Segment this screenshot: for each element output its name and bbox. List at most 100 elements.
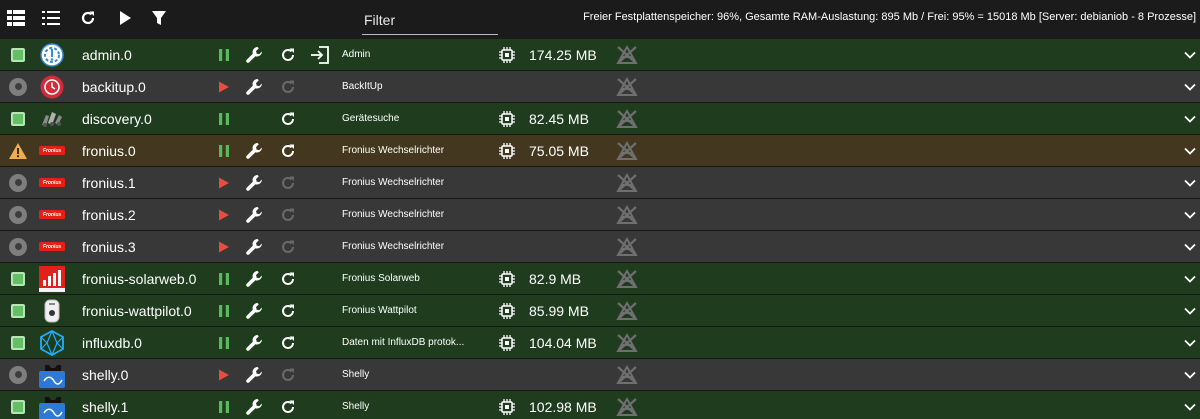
chevron-down-icon[interactable] [1183,39,1197,70]
instance-row[interactable]: Fronius fronius.2 Fronius Wechselrichter [0,199,1200,231]
chevron-down-icon[interactable] [1183,71,1197,102]
chevron-down-icon[interactable] [1183,391,1197,419]
wrench-icon[interactable] [244,167,266,198]
stopped-status-icon [9,173,27,192]
instance-row[interactable]: influxdb.0 Daten mit InfluxDB protok... 10… [0,327,1200,359]
chevron-down-icon[interactable] [1183,295,1197,326]
instance-title: Fronius Solarweb [342,273,420,284]
wrench-icon[interactable] [244,71,266,102]
log-level-icon[interactable] [616,135,638,166]
log-level-icon[interactable] [616,71,638,102]
restart-icon [278,231,298,262]
status-indicator [8,103,28,134]
wrench-icon[interactable] [244,263,266,294]
log-level-icon[interactable] [616,263,638,294]
instance-name: shelly.1 [82,398,129,415]
chevron-down-icon[interactable] [1183,263,1197,294]
instance-name: fronius.1 [82,174,136,191]
log-level-icon[interactable] [616,167,638,198]
instance-title: Fronius Wechselrichter [342,145,445,156]
wrench-icon[interactable] [244,135,266,166]
pause-icon[interactable] [214,103,234,134]
log-level-icon[interactable] [616,327,638,358]
instance-row[interactable]: fronius-solarweb.0 Fronius Solarweb 82.9 M… [0,263,1200,295]
stopped-status-icon [9,237,27,256]
pause-icon[interactable] [214,135,234,166]
instance-row[interactable]: shelly.0 Shelly [0,359,1200,391]
play-icon[interactable] [214,167,234,198]
play-icon[interactable] [214,359,234,390]
chevron-down-icon[interactable] [1183,359,1197,390]
log-level-icon[interactable] [616,199,638,230]
restart-icon[interactable] [278,295,298,326]
discovery-icon [38,103,66,134]
shelly-icon [38,391,66,419]
chip-icon [499,46,522,63]
log-level-icon[interactable] [616,39,638,70]
fronius-icon: Fronius [38,199,66,230]
status-indicator [8,231,28,262]
wrench-icon[interactable] [244,295,266,326]
stopped-status-icon [9,365,27,384]
instance-row[interactable]: discovery.0 Gerätesuche 82.45 MB [0,103,1200,135]
admin-icon [38,39,66,70]
wrench-icon[interactable] [244,359,266,390]
log-level-icon[interactable] [616,231,638,262]
wrench-icon[interactable] [244,199,266,230]
instance-row[interactable]: shelly.1 Shelly 102.98 MB [0,391,1200,419]
chevron-down-icon[interactable] [1183,327,1197,358]
play-icon[interactable] [214,231,234,262]
tile-view-icon[interactable] [3,7,29,29]
instance-name: fronius.0 [82,142,136,159]
wrench-icon[interactable] [244,39,266,70]
instance-title: Fronius Wechselrichter [342,241,445,252]
play-icon[interactable] [214,71,234,102]
log-level-icon[interactable] [616,295,638,326]
wrench-icon[interactable] [244,327,266,358]
instance-row[interactable]: admin.0 Admin 174.25 MB [0,39,1200,71]
instance-row[interactable]: Fronius fronius.1 Fronius Wechselrichter [0,167,1200,199]
chevron-down-icon[interactable] [1183,103,1197,134]
pause-icon[interactable] [214,295,234,326]
log-level-icon[interactable] [616,391,638,419]
play-all-icon[interactable] [112,7,138,29]
filter-icon[interactable] [146,7,172,29]
pause-icon[interactable] [214,327,234,358]
chevron-down-icon[interactable] [1183,199,1197,230]
running-status-icon [11,271,25,286]
restart-icon[interactable] [278,391,298,419]
instance-title: Admin [342,49,371,60]
list-view-icon[interactable] [38,7,64,29]
open-web-icon[interactable] [309,39,331,70]
running-status-icon [11,47,25,62]
chevron-down-icon[interactable] [1183,231,1197,262]
memory-usage: 102.98 MB [499,391,599,419]
reload-icon[interactable] [75,7,101,29]
restart-icon[interactable] [278,327,298,358]
log-level-icon[interactable] [616,359,638,390]
filter-input[interactable] [362,6,498,34]
instance-title: Shelly [342,401,370,412]
chip-icon [499,334,522,351]
wrench-icon[interactable] [244,231,266,262]
instance-row[interactable]: Fronius fronius.0 Fronius Wechselrichter 75… [0,135,1200,167]
restart-icon[interactable] [278,103,298,134]
restart-icon[interactable] [278,135,298,166]
instance-row[interactable]: Fronius fronius.3 Fronius Wechselrichter [0,231,1200,263]
chevron-down-icon[interactable] [1183,135,1197,166]
restart-icon[interactable] [278,263,298,294]
fronius-icon: Fronius [38,231,66,262]
pause-icon[interactable] [214,391,234,419]
restart-icon[interactable] [278,39,298,70]
instance-row[interactable]: backitup.0 BackItUp [0,71,1200,103]
chip-icon [499,398,522,415]
play-icon[interactable] [214,199,234,230]
log-level-icon[interactable] [616,103,638,134]
instance-row[interactable]: fronius-wattpilot.0 Fronius Wattpilot 85.9… [0,295,1200,327]
instance-name: admin.0 [82,46,132,63]
chevron-down-icon[interactable] [1183,167,1197,198]
restart-icon [278,71,298,102]
wrench-icon[interactable] [244,391,266,419]
pause-icon[interactable] [214,39,234,70]
pause-icon[interactable] [214,263,234,294]
